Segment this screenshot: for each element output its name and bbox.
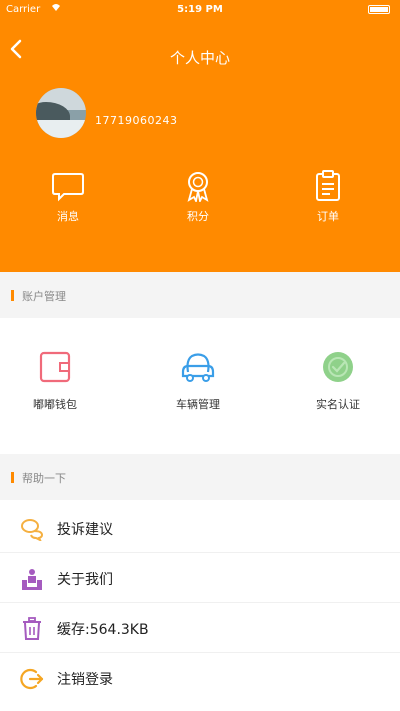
logout-label: 注销登录 xyxy=(57,672,113,688)
section-header-help: 帮助一下 xyxy=(0,454,400,500)
trash-icon xyxy=(23,617,41,640)
section-header-account: 账户管理 xyxy=(0,272,400,318)
wallet-button[interactable]: 嘟嘟钱包 xyxy=(5,350,105,412)
message-button[interactable]: 消息 xyxy=(28,170,108,224)
about-us-row[interactable]: 关于我们 xyxy=(0,553,400,603)
car-icon xyxy=(181,353,215,382)
wallet-icon xyxy=(39,351,71,383)
logout-row[interactable]: 注销登录 xyxy=(0,653,400,703)
user-phone: 17719060243 xyxy=(95,114,178,127)
orders-button[interactable]: 订单 xyxy=(288,170,368,224)
profile-header: Carrier 5:19 PM 个人中心 17719060243 消息 积分 订… xyxy=(0,0,400,272)
points-label: 积分 xyxy=(187,210,209,223)
verified-badge-icon xyxy=(323,352,353,382)
section-title: 账户管理 xyxy=(22,290,66,303)
real-name-verification-button[interactable]: 实名认证 xyxy=(288,350,388,412)
orders-label: 订单 xyxy=(317,210,339,223)
clipboard-icon xyxy=(316,170,340,201)
section-title: 帮助一下 xyxy=(22,472,66,485)
team-icon xyxy=(22,569,42,590)
message-icon xyxy=(52,173,84,202)
cache-row[interactable]: 缓存:564.3KB xyxy=(0,603,400,653)
about-us-label: 关于我们 xyxy=(57,572,113,588)
battery-icon xyxy=(368,5,390,14)
status-bar: Carrier 5:19 PM xyxy=(0,0,400,20)
page-title: 个人中心 xyxy=(169,49,230,67)
avatar[interactable] xyxy=(36,88,86,138)
logout-icon xyxy=(20,668,44,690)
vehicle-management-button[interactable]: 车辆管理 xyxy=(148,350,248,412)
wallet-label: 嘟嘟钱包 xyxy=(33,398,77,411)
vehicle-label: 车辆管理 xyxy=(176,398,220,411)
feedback-label: 投诉建议 xyxy=(57,522,113,538)
cache-label: 缓存:564.3KB xyxy=(57,622,149,638)
verification-label: 实名认证 xyxy=(316,398,360,411)
points-button[interactable]: 积分 xyxy=(158,170,238,224)
message-label: 消息 xyxy=(57,210,79,223)
status-time: 5:19 PM xyxy=(177,4,223,15)
medal-icon xyxy=(187,172,209,202)
chat-bubbles-icon xyxy=(21,519,44,541)
feedback-row[interactable]: 投诉建议 xyxy=(0,503,400,553)
